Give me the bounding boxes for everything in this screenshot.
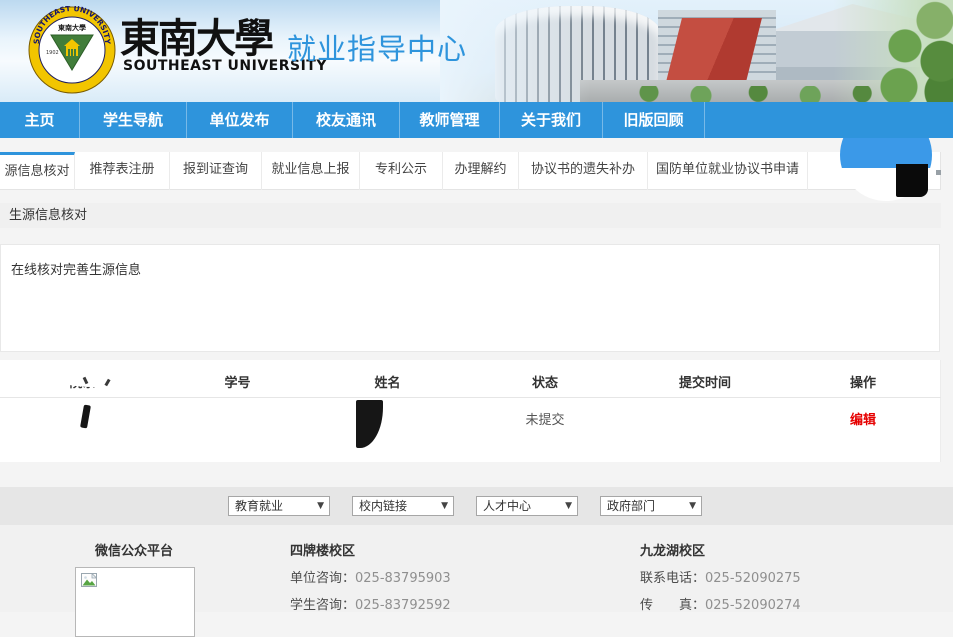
tab-recommend-register[interactable]: 推荐表注册	[75, 152, 170, 190]
select-value: 教育就业	[235, 499, 283, 513]
page-title: 生源信息核对	[0, 203, 941, 228]
select-value: 人才中心	[483, 499, 531, 513]
nav-item-old-site[interactable]: 旧版回顾	[603, 102, 705, 138]
cell-student-id	[165, 398, 310, 462]
main-nav: 主页 学生导航 单位发布 校友通讯 教师管理 关于我们 旧版回顾	[0, 102, 953, 138]
col-status: 状态	[465, 373, 625, 397]
svg-text:東南大學: 東南大學	[58, 23, 86, 32]
cell-name	[310, 398, 465, 462]
table-row: 未提交 编辑	[0, 398, 941, 462]
photo-trees-row	[623, 86, 883, 102]
contact-value: 025-52090274	[705, 598, 801, 613]
campus-photo	[440, 0, 953, 102]
campus2-line2: 传 真：025-52090274	[640, 594, 801, 613]
wechat-title: 微信公众平台	[95, 540, 173, 559]
dropdown-arrow-icon: ▼	[441, 497, 448, 515]
nav-item-students[interactable]: 学生导航	[80, 102, 187, 138]
contact-value: 025-83795903	[355, 571, 451, 586]
contact-value: 025-52090275	[705, 571, 801, 586]
redaction-dept-header	[56, 364, 144, 387]
tab-defense-agreement[interactable]: 国防单位就业协议书申请	[648, 152, 808, 190]
redaction-username	[896, 164, 928, 197]
intro-box: 在线核对完善生源信息	[0, 244, 940, 352]
contact-label: 学生咨询：	[290, 598, 355, 613]
sub-tab-strip: 源信息核对 推荐表注册 报到证查询 就业信息上报 专利公示 办理解约 协议书的遗…	[0, 152, 941, 190]
dropdown-arrow-icon: ▼	[317, 497, 324, 515]
campus1-line1: 单位咨询：025-83795903	[290, 567, 451, 586]
cell-submit-time	[625, 398, 785, 462]
select-government[interactable]: 政府部门 ▼	[600, 496, 702, 516]
nav-item-alumni[interactable]: 校友通讯	[293, 102, 400, 138]
site-header: SOUTHEAST UNIVERSITY 東南大學 1902 東南大學 SOUT…	[0, 0, 953, 102]
intro-text: 在线核对完善生源信息	[11, 263, 141, 278]
select-education-employment[interactable]: 教育就业 ▼	[228, 496, 330, 516]
chevron-down-icon[interactable]	[936, 170, 941, 175]
tab-contract-cancel[interactable]: 办理解约	[443, 152, 519, 190]
tab-employment-report[interactable]: 就业信息上报	[262, 152, 360, 190]
contact-value: 025-83792592	[355, 598, 451, 613]
campus2-title: 九龙湖校区	[640, 540, 705, 559]
select-campus-links[interactable]: 校内链接 ▼	[352, 496, 454, 516]
col-student-id: 学号	[165, 373, 310, 397]
broken-image-icon	[81, 573, 97, 587]
tab-agreement-reissue[interactable]: 协议书的遗失补办	[519, 152, 648, 190]
contact-label: 传 真：	[640, 598, 705, 613]
col-action: 操作	[785, 373, 941, 397]
university-name-cn: 東南大學	[120, 6, 295, 64]
source-info-table: 院系 学号 姓名 状态 提交时间 操作 未提交 编辑	[0, 360, 941, 462]
cell-status: 未提交	[465, 398, 625, 462]
campus1-line2: 学生咨询：025-83792592	[290, 594, 451, 613]
nav-item-teachers[interactable]: 教师管理	[400, 102, 500, 138]
campus1-title: 四牌楼校区	[290, 540, 355, 559]
dropdown-arrow-icon: ▼	[565, 497, 572, 515]
edit-link[interactable]: 编辑	[785, 398, 941, 462]
col-submit-time: 提交时间	[625, 373, 785, 397]
quick-links-strip: 教育就业 ▼ 校内链接 ▼ 人才中心 ▼ 政府部门 ▼	[0, 487, 953, 525]
redaction-name-header	[338, 363, 368, 387]
site-title: 就业指导中心	[287, 26, 467, 68]
wechat-qr-placeholder	[75, 567, 195, 637]
campus2-line1: 联系电话：025-52090275	[640, 567, 801, 586]
contact-label: 单位咨询：	[290, 571, 355, 586]
svg-text:1902: 1902	[46, 50, 59, 56]
select-talent-center[interactable]: 人才中心 ▼	[476, 496, 578, 516]
nav-item-about[interactable]: 关于我们	[500, 102, 603, 138]
contact-label: 联系电话：	[640, 571, 705, 586]
dropdown-arrow-icon: ▼	[689, 497, 696, 515]
tab-patent-notice[interactable]: 专利公示	[360, 152, 443, 190]
nav-item-home[interactable]: 主页	[0, 102, 80, 138]
university-seal-icon: SOUTHEAST UNIVERSITY 東南大學 1902	[28, 6, 116, 94]
select-value: 政府部门	[607, 499, 655, 513]
tab-report-card-query[interactable]: 报到证查询	[170, 152, 262, 190]
select-value: 校内链接	[359, 499, 407, 513]
tab-source-info-check[interactable]: 源信息核对	[0, 152, 75, 190]
col-name: 姓名	[310, 373, 465, 397]
nav-item-units[interactable]: 单位发布	[187, 102, 293, 138]
